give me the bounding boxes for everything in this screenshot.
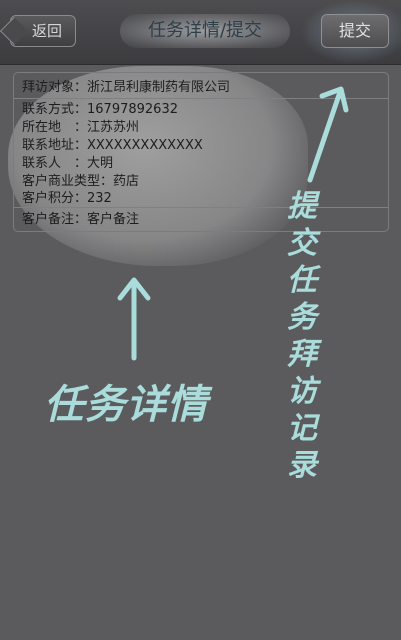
- annotation-char: 记: [287, 411, 317, 446]
- annotation-char: 务: [287, 300, 317, 335]
- annotation-char: 访: [287, 374, 317, 409]
- annotation-submit-visit-record: 提 交 任 务 拜 访 记 录: [280, 188, 324, 484]
- annotation-char: 交: [287, 226, 317, 261]
- annotation-arrows: [117, 86, 349, 361]
- annotation-char: 提: [287, 189, 317, 224]
- annotation-char: 录: [287, 448, 317, 483]
- annotation-char: 任: [287, 263, 317, 298]
- annotation-task-detail: 任务详情: [44, 382, 208, 428]
- arrow-up-to-submit: [307, 86, 349, 183]
- arrow-up-to-detail: [117, 277, 151, 361]
- annotation-char: 拜: [287, 337, 317, 372]
